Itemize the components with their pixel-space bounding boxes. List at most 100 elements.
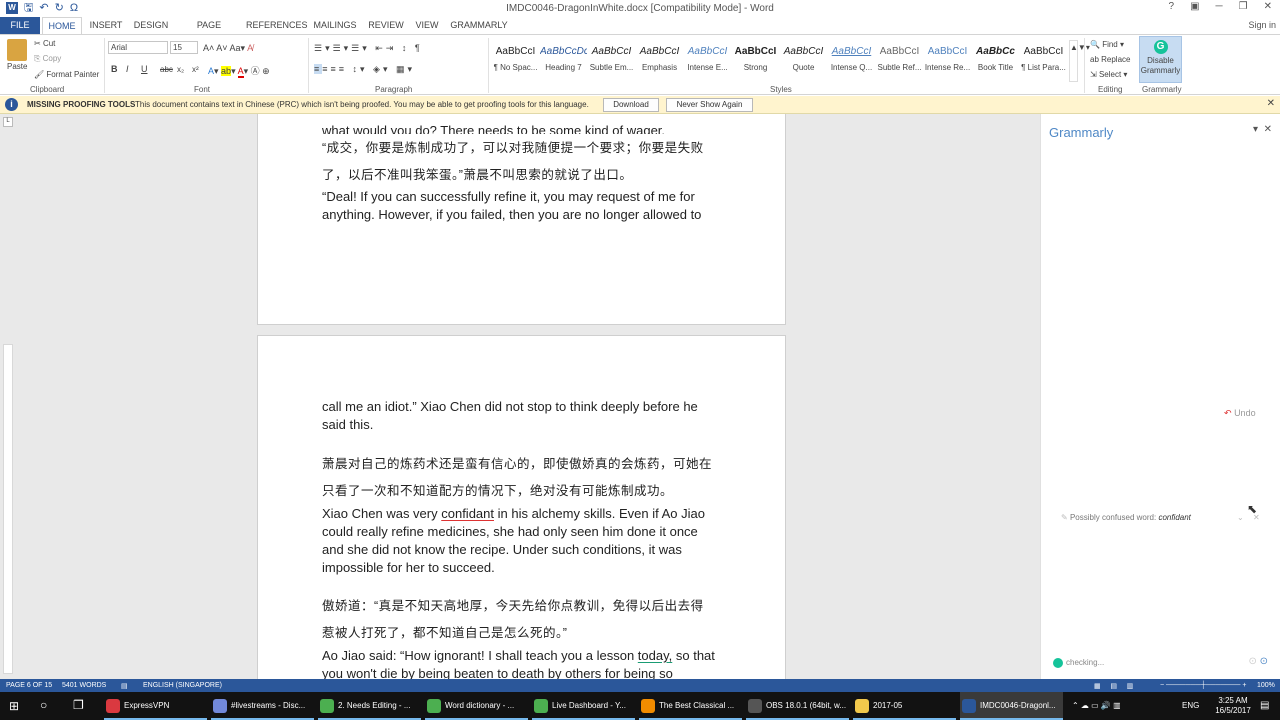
style-item[interactable]: AaBbCc Book Title: [972, 40, 1019, 80]
tab-view[interactable]: VIEW: [412, 17, 442, 34]
task-view-icon[interactable]: ❐: [73, 698, 84, 712]
expand-icon[interactable]: ⌄: [1237, 513, 1244, 522]
paste-icon[interactable]: [7, 39, 27, 61]
disable-grammarly-button[interactable]: G Disable Grammarly: [1139, 36, 1182, 83]
download-button[interactable]: Download: [603, 98, 659, 112]
taskbar-app-button[interactable]: #livestreams - Disc...: [211, 692, 314, 720]
paragraph-english: call me an idiot.” Xiao Chen did not sto…: [322, 399, 698, 432]
font-name-box[interactable]: Arial: [108, 41, 168, 54]
sign-in-link[interactable]: Sign in: [1248, 20, 1276, 30]
undo-button[interactable]: ↶ Undo: [1224, 408, 1256, 419]
style-item[interactable]: AaBbCcDc Heading 7: [540, 40, 587, 80]
checking-label: checking...: [1066, 658, 1105, 668]
app-icon: [320, 699, 334, 713]
scroll-up-icon[interactable]: ⊙: [1248, 656, 1256, 667]
format-painter-button[interactable]: 🖌 Format Painter: [34, 70, 99, 79]
input-language[interactable]: ENG: [1182, 692, 1199, 720]
proofing-icon[interactable]: ▤: [121, 682, 128, 690]
ribbon-display-icon[interactable]: ▣: [1190, 1, 1199, 12]
style-name: Strong: [743, 63, 768, 72]
tab-home[interactable]: HOME: [42, 17, 82, 34]
style-item[interactable]: AaBbCcI Strong: [732, 40, 779, 80]
clock[interactable]: 3:25 AM 16/5/2017: [1208, 696, 1258, 716]
app-icon: [213, 699, 227, 713]
tab-grammarly[interactable]: GRAMMARLY: [448, 17, 510, 34]
restore-icon[interactable]: ❐: [1239, 1, 1248, 12]
format-painter-label: Format Painter: [46, 70, 100, 79]
notifications-icon[interactable]: ▤: [1260, 700, 1269, 711]
style-item[interactable]: AaBbCcI Subtle Em...: [588, 40, 635, 80]
replace-button[interactable]: ab Replace: [1090, 55, 1130, 64]
italic-button[interactable]: I: [126, 64, 129, 74]
style-item[interactable]: AaBbCcI Subtle Ref...: [876, 40, 923, 80]
zoom-slider[interactable]: − ───────┼─────── +: [1160, 682, 1246, 689]
close-icon[interactable]: ✕: [1264, 1, 1272, 12]
minimize-icon[interactable]: ─: [1216, 1, 1223, 12]
suggestion-card[interactable]: ✎ Possibly confused word: confidant ⌄ ✕: [1061, 513, 1261, 522]
style-item[interactable]: AaBbCcI ¶ List Para...: [1020, 40, 1067, 80]
style-item[interactable]: AaBbCcI Intense E...: [684, 40, 731, 80]
panel-options-icon[interactable]: ▾: [1253, 124, 1258, 135]
infobar-close-icon[interactable]: ✕: [1267, 98, 1275, 109]
tab-insert[interactable]: INSERT: [86, 17, 126, 34]
never-show-again-button[interactable]: Never Show Again: [666, 98, 753, 112]
document-page[interactable]: what would you do? There needs to be som…: [257, 114, 786, 325]
superscript-button[interactable]: x²: [192, 65, 199, 74]
subscript-button[interactable]: x₂: [177, 65, 184, 74]
strikethrough-button[interactable]: abc: [160, 65, 173, 74]
tab-review[interactable]: REVIEW: [366, 17, 406, 34]
tab-references[interactable]: REFERENCES: [246, 17, 308, 34]
find-button[interactable]: 🔍 Find ▾: [1090, 40, 1124, 49]
document-area[interactable]: L 21123456789101112131415161718 what wou…: [0, 114, 1040, 679]
taskbar-app-button[interactable]: 2017-05: [853, 692, 956, 720]
page-count[interactable]: PAGE 6 OF 15: [6, 682, 52, 689]
scroll-down-icon[interactable]: ⊙: [1260, 656, 1268, 667]
help-icon[interactable]: ?: [1169, 1, 1175, 12]
tab-page-layout[interactable]: PAGE LAYOUT: [178, 17, 240, 47]
grammar-flagged-word[interactable]: confidant: [441, 506, 494, 521]
cut-button[interactable]: ✂ Cut: [34, 39, 55, 48]
panel-close-icon[interactable]: ✕: [1264, 124, 1272, 135]
copy-button[interactable]: ⎘ Copy: [34, 54, 61, 64]
grammar-flagged-word[interactable]: today,: [638, 648, 672, 663]
text-effects-highlight-color[interactable]: A▾ ab▾ A▾ Ⓐ ⊕: [208, 64, 270, 78]
grammarly-status-icon: [1053, 658, 1063, 668]
list-buttons[interactable]: ☰▾☰▾☰▾ ⇤⇥ ↕ ¶: [314, 43, 423, 54]
taskbar-app-button[interactable]: The Best Classical ...: [639, 692, 742, 720]
view-buttons[interactable]: ▦ ▤ ▥: [1094, 682, 1133, 690]
taskbar-app-button[interactable]: Live Dashboard - Y...: [532, 692, 635, 720]
style-item[interactable]: AaBbCcI Quote: [780, 40, 827, 80]
taskbar-app-button[interactable]: IMDC0046-Dragonl...: [960, 692, 1063, 720]
style-item[interactable]: AaBbCcI Emphasis: [636, 40, 683, 80]
tab-selector[interactable]: L: [3, 117, 13, 127]
app-label: Live Dashboard - Y...: [552, 701, 626, 710]
language-indicator[interactable]: ENGLISH (SINGAPORE): [143, 682, 222, 689]
taskbar-app-button[interactable]: ExpressVPN: [104, 692, 207, 720]
word-count[interactable]: 5401 WORDS: [62, 682, 106, 689]
paste-button[interactable]: Paste: [7, 62, 27, 71]
tab-mailings[interactable]: MAILINGS: [310, 17, 360, 34]
taskbar-app-button[interactable]: OBS 18.0.1 (64bit, w...: [746, 692, 849, 720]
tab-file[interactable]: FILE: [0, 17, 40, 34]
bold-button[interactable]: B: [111, 64, 118, 74]
vertical-ruler[interactable]: [3, 344, 13, 674]
styles-scroll[interactable]: ▲▼▾: [1069, 40, 1090, 82]
select-button[interactable]: ⇲ Select ▾: [1090, 70, 1127, 79]
style-item[interactable]: AaBbCcI Intense Re...: [924, 40, 971, 80]
tab-design[interactable]: DESIGN: [130, 17, 172, 34]
alignment-buttons[interactable]: ≡≡≡≡ ↕▾ ◈▾ ▦▾: [314, 64, 415, 75]
style-item[interactable]: AaBbCcI ¶ No Spac...: [492, 40, 539, 80]
underline-button[interactable]: U: [141, 64, 148, 74]
font-size-controls[interactable]: A˄ A˅ Aa▾ A̸: [203, 43, 253, 54]
zoom-level[interactable]: 100%: [1257, 682, 1275, 689]
document-page[interactable]: call me an idiot.” Xiao Chen did not sto…: [257, 335, 786, 679]
taskbar-app-button[interactable]: Word dictionary - ...: [425, 692, 528, 720]
taskbar-app-button[interactable]: 2. Needs Editing - ...: [318, 692, 421, 720]
font-size-box[interactable]: 15: [170, 41, 198, 54]
tray-icons[interactable]: ⌃ ☁ ▭ 🔊 ▥: [1072, 692, 1121, 720]
infobar-message: This document contains text in Chinese (…: [135, 100, 589, 109]
search-icon[interactable]: ○: [40, 698, 47, 712]
windows-start-icon[interactable]: ⊞: [9, 699, 19, 713]
style-name: Intense Re...: [924, 63, 971, 72]
style-item[interactable]: AaBbCcI Intense Q...: [828, 40, 875, 80]
